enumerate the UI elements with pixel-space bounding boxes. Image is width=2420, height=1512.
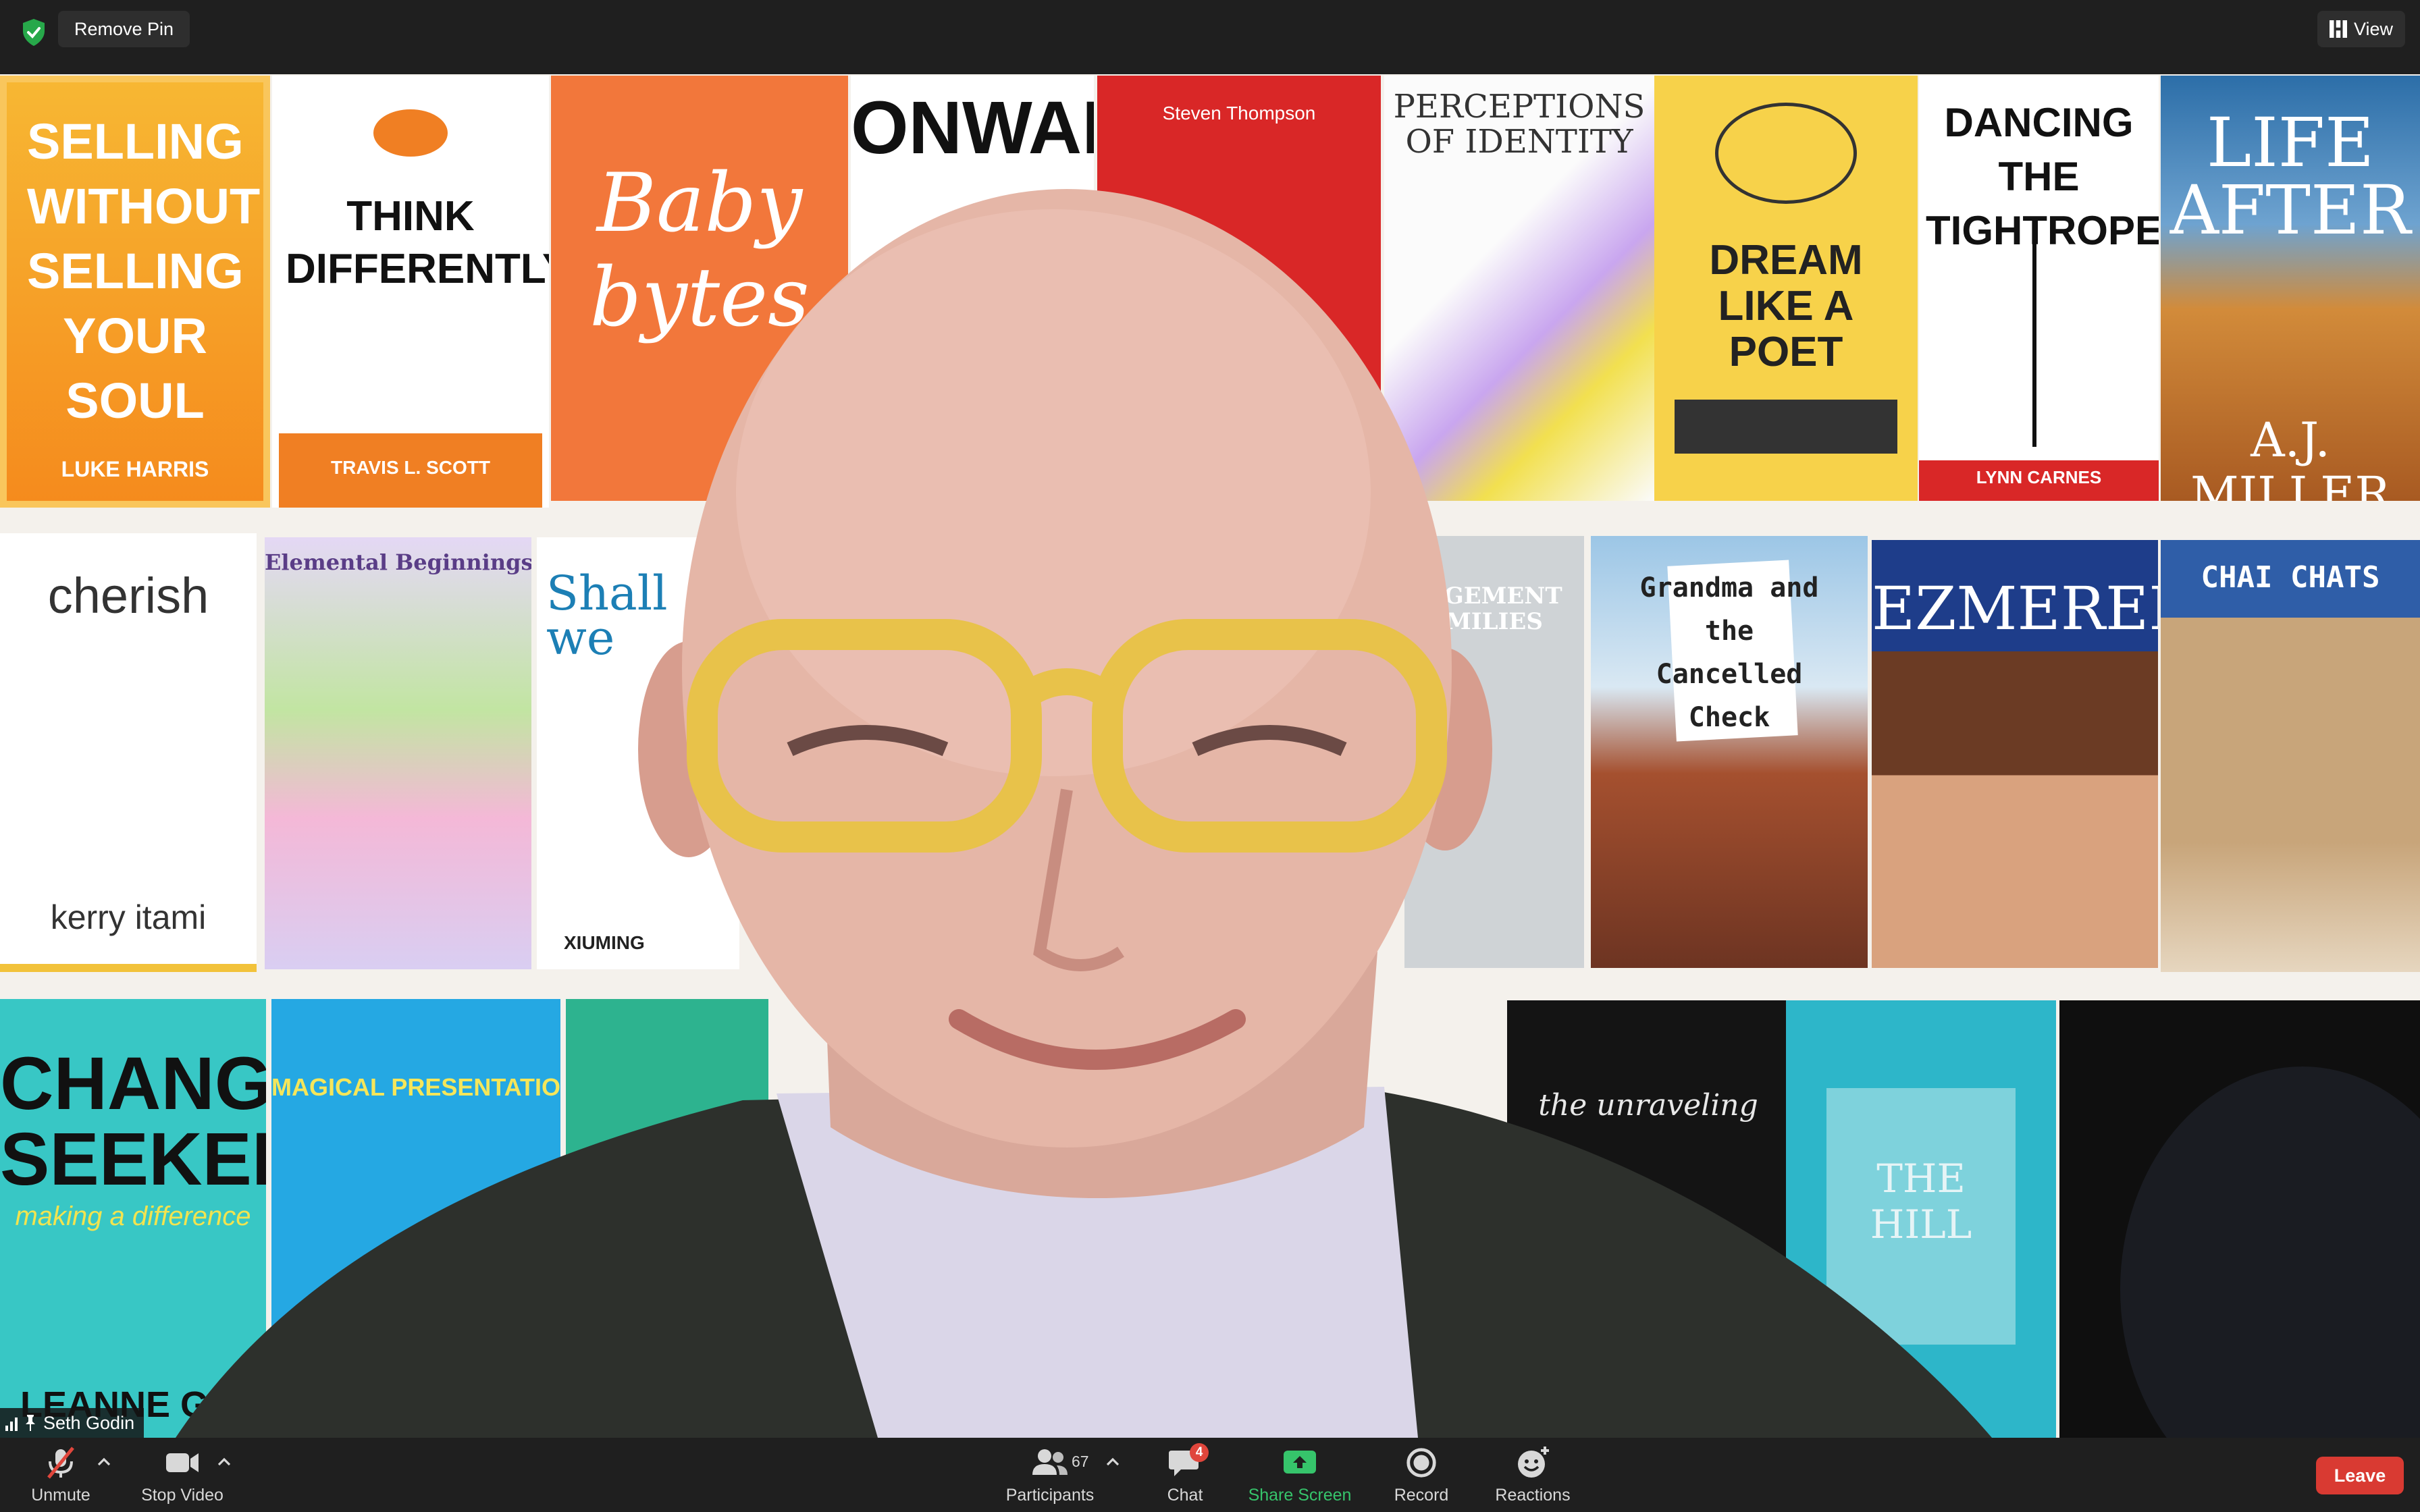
participants-options-caret-icon[interactable] <box>1106 1457 1120 1466</box>
reactions-button[interactable]: Reactions <box>1485 1438 1580 1512</box>
participant-video-feed <box>176 189 2420 1438</box>
leave-meeting-button[interactable]: Leave <box>2316 1457 2404 1494</box>
share-screen-label: Share Screen <box>1248 1485 1352 1505</box>
pin-icon <box>26 1415 35 1431</box>
participant-name-tag: Seth Godin <box>0 1408 144 1438</box>
participants-count: 67 <box>1072 1453 1089 1470</box>
record-label: Record <box>1394 1485 1449 1505</box>
meeting-toolbar: Unmute Stop Video Participants 67 Chat 4 <box>0 1438 2420 1512</box>
reactions-label: Reactions <box>1495 1485 1571 1505</box>
participant-name: Seth Godin <box>43 1412 135 1433</box>
record-icon <box>1406 1447 1436 1478</box>
participants-label: Participants <box>1005 1485 1095 1505</box>
chat-label: Chat <box>1167 1485 1203 1505</box>
smiley-add-icon <box>1518 1446 1549 1478</box>
participants-button[interactable]: Participants <box>999 1438 1101 1512</box>
participants-icon <box>1032 1449 1068 1475</box>
record-button[interactable]: Record <box>1384 1438 1458 1512</box>
unmute-button[interactable]: Unmute <box>20 1438 101 1512</box>
share-screen-button[interactable]: Share Screen <box>1242 1438 1357 1512</box>
microphone-muted-icon <box>47 1446 74 1479</box>
video-stage[interactable]: SELLING WITHOUT SELLING YOUR SOUL LUKE H… <box>0 74 2420 1438</box>
shield-icon[interactable] <box>20 18 47 47</box>
view-label: View <box>2353 19 2393 39</box>
chat-unread-badge: 4 <box>1190 1443 1209 1462</box>
stop-video-label: Stop Video <box>141 1485 223 1505</box>
unmute-label: Unmute <box>31 1485 90 1505</box>
remove-pin-button[interactable]: Remove Pin <box>58 11 190 47</box>
chat-button[interactable]: Chat <box>1148 1438 1222 1512</box>
grid-icon <box>2329 20 2347 38</box>
audio-options-caret-icon[interactable] <box>97 1457 111 1466</box>
signal-strength-icon <box>5 1415 18 1431</box>
video-camera-icon <box>166 1453 199 1472</box>
video-options-caret-icon[interactable] <box>217 1457 231 1466</box>
share-screen-icon <box>1284 1450 1316 1474</box>
top-bar: Remove Pin View <box>0 0 2420 74</box>
view-button[interactable]: View <box>2317 11 2405 47</box>
stop-video-button[interactable]: Stop Video <box>135 1438 230 1512</box>
